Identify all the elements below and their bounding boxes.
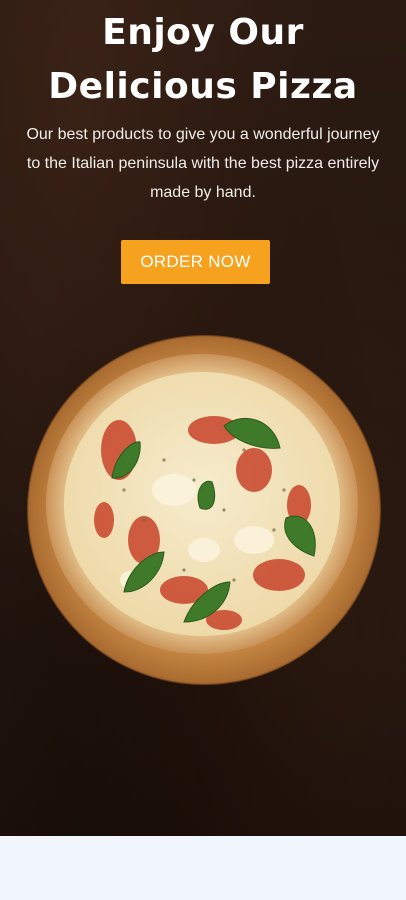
hero-subtitle: Our best products to give you a wonderfu… [26, 126, 380, 201]
hero-title: Enjoy Our Delicious Pizza [0, 6, 406, 114]
hero-title-line2: Delicious Pizza [48, 66, 358, 107]
order-now-button[interactable]: ORDER NOW [121, 240, 270, 284]
hero-section: Enjoy Our Delicious Pizza Our best produ… [0, 0, 406, 836]
hero-title-line1: Enjoy Our [102, 12, 304, 53]
page: Enjoy Our Delicious Pizza Our best produ… [0, 0, 406, 900]
footer-strip [0, 836, 406, 900]
pizza-image [27, 335, 381, 685]
